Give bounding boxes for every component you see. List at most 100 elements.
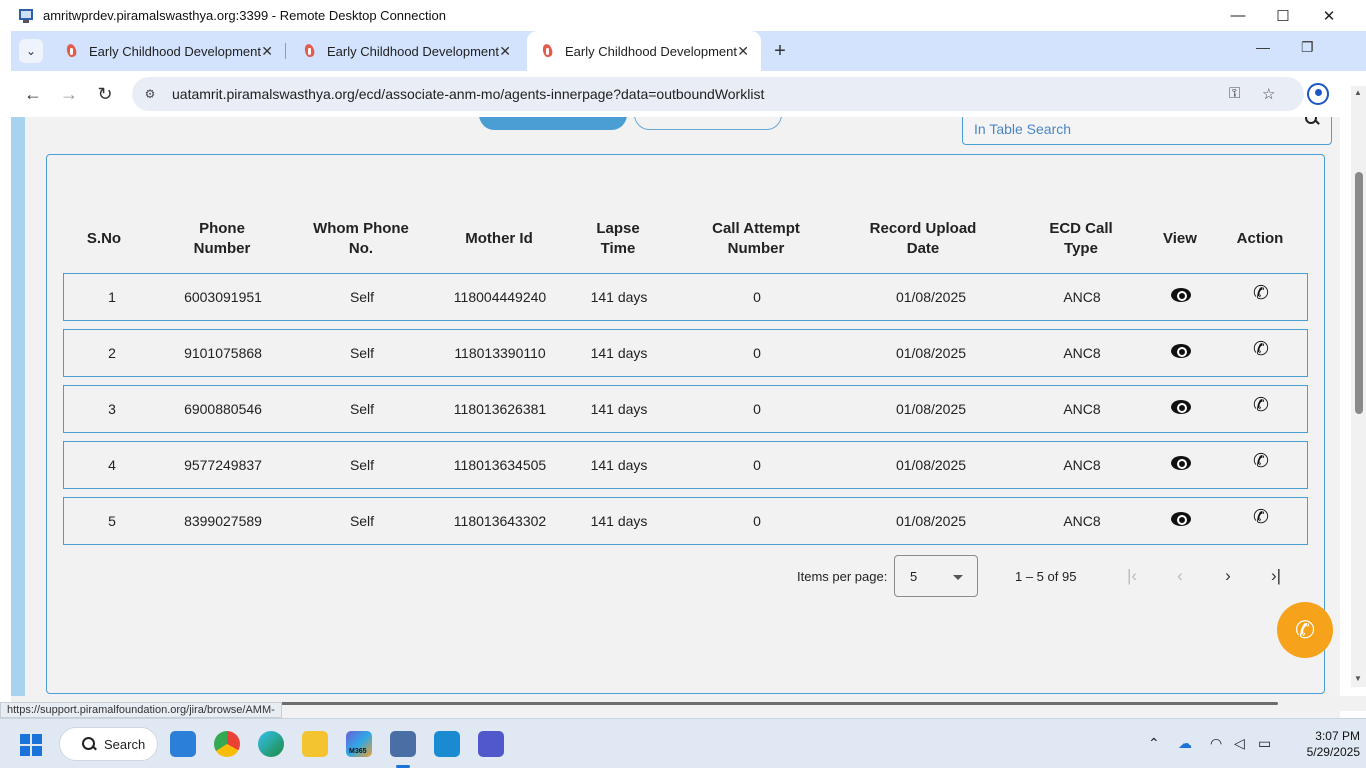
call-button[interactable]: ✆: [1226, 386, 1296, 432]
table-search-input[interactable]: In Table Search: [962, 117, 1332, 145]
show-hidden-icons-chevron-icon[interactable]: ⌃: [1148, 735, 1160, 752]
search-icon[interactable]: [1305, 117, 1319, 126]
windows-start-icon[interactable]: [20, 734, 42, 756]
cell-lapse: 141 days: [590, 457, 648, 473]
app-favicon-icon: [303, 44, 317, 58]
header-view: View: [1163, 230, 1197, 247]
cell-call-type: ANC8: [1063, 401, 1101, 417]
call-button[interactable]: ✆: [1226, 498, 1296, 544]
next-page-button[interactable]: ›: [1215, 563, 1241, 589]
cell-phone: 9101075868: [184, 345, 262, 361]
tab-1[interactable]: Early Childhood Development ✕: [51, 31, 285, 71]
cell-mother-id: 118004449240: [453, 289, 547, 305]
browser-toolbar: ← → ↻ ⚙ uatamrit.piramalswasthya.org/ecd…: [11, 71, 1366, 117]
browser-restore-button[interactable]: ❐: [1301, 39, 1314, 56]
view-button[interactable]: [1148, 442, 1214, 488]
header-call-type: ECD Call Type: [1049, 220, 1113, 257]
page-size-select[interactable]: 5: [894, 555, 978, 597]
profile-avatar-icon[interactable]: [1307, 83, 1329, 105]
cell-lapse: 141 days: [590, 345, 648, 361]
taskbar-search-label: Search: [104, 736, 146, 752]
tab-3-active[interactable]: Early Childhood Development ✕: [527, 31, 761, 71]
view-button[interactable]: [1148, 330, 1214, 376]
vertical-scrollbar[interactable]: ▲ ▼: [1351, 86, 1366, 687]
cell-call-type: ANC8: [1063, 457, 1101, 473]
chrome-app-icon[interactable]: [214, 731, 240, 757]
store-app-icon[interactable]: [170, 731, 196, 757]
tab-2-close-icon[interactable]: ✕: [499, 43, 511, 60]
edge-app-icon[interactable]: [258, 731, 284, 757]
volume-icon[interactable]: ◁: [1234, 735, 1245, 752]
back-button[interactable]: ←: [22, 83, 44, 105]
tab-1-label: Early Childhood Development: [89, 43, 261, 59]
reload-button[interactable]: ↻: [94, 83, 116, 105]
notepad-app-icon[interactable]: [434, 731, 460, 757]
table-row: 5 8399027589 Self 118013643302 141 days …: [63, 497, 1308, 545]
taskbar-search-button[interactable]: Search: [59, 727, 158, 761]
tab-3-close-icon[interactable]: ✕: [737, 43, 749, 60]
call-button[interactable]: ✆: [1226, 330, 1296, 376]
clock-time: 3:07 PM: [1315, 729, 1360, 743]
view-button[interactable]: [1148, 386, 1214, 432]
header-sno: S.No: [86, 230, 122, 247]
scroll-down-arrow-icon[interactable]: ▼: [1354, 674, 1362, 683]
primary-action-button[interactable]: [479, 117, 627, 130]
worklist-card: S.No Phone Number Whom Phone No. Mother …: [46, 154, 1325, 694]
rdp-maximize-button[interactable]: ☐: [1260, 0, 1306, 31]
view-button[interactable]: [1148, 274, 1214, 320]
header-action: Action: [1236, 230, 1284, 247]
search-icon: [82, 737, 96, 751]
remote-desktop-app-icon[interactable]: [390, 731, 416, 757]
header-mother-id: Mother Id: [465, 230, 533, 247]
vertical-scroll-thumb[interactable]: [1355, 172, 1363, 414]
cell-lapse: 141 days: [590, 289, 648, 305]
rdp-window-title: amritwprdev.piramalswasthya.org:3399 - R…: [43, 8, 446, 23]
secondary-action-button[interactable]: [634, 117, 782, 130]
eye-icon: [1171, 288, 1191, 302]
header-upload-date: Record Upload Date: [869, 220, 977, 257]
file-explorer-icon[interactable]: [302, 731, 328, 757]
cell-mother-id: 118013626381: [453, 401, 547, 417]
address-bar[interactable]: ⚙ uatamrit.piramalswasthya.org/ecd/assoc…: [132, 77, 1304, 111]
battery-icon[interactable]: ▭: [1258, 735, 1271, 752]
password-key-icon[interactable]: ⚿: [1229, 85, 1240, 102]
call-button[interactable]: ✆: [1226, 442, 1296, 488]
cell-call-type: ANC8: [1063, 513, 1101, 529]
rdp-close-button[interactable]: ✕: [1306, 0, 1352, 31]
bookmark-star-icon[interactable]: ☆: [1262, 85, 1275, 103]
tab-search-button[interactable]: ⌄: [19, 39, 43, 63]
wifi-icon[interactable]: ◠: [1210, 735, 1222, 752]
previous-page-button[interactable]: ‹: [1167, 563, 1193, 589]
url-text[interactable]: uatamrit.piramalswasthya.org/ecd/associa…: [172, 86, 764, 102]
cell-sno: 3: [108, 401, 116, 417]
onedrive-icon[interactable]: ☁: [1178, 735, 1192, 752]
taskbar-clock[interactable]: 3:07 PM 5/29/2025: [1280, 728, 1360, 760]
last-page-button[interactable]: ›|: [1263, 563, 1289, 589]
cell-mother-id: 118013634505: [453, 457, 547, 473]
site-info-icon[interactable]: ⚙: [142, 86, 158, 102]
floating-call-button[interactable]: ✆: [1277, 602, 1333, 658]
new-tab-button[interactable]: +: [768, 39, 792, 63]
browser-minimize-button[interactable]: —: [1256, 39, 1270, 55]
scroll-up-arrow-icon[interactable]: ▲: [1354, 88, 1362, 97]
table-row: 4 9577249837 Self 118013634505 141 days …: [63, 441, 1308, 489]
view-button[interactable]: [1148, 498, 1214, 544]
cell-whom: Self: [349, 457, 375, 473]
eye-icon: [1171, 344, 1191, 358]
cell-phone: 6900880546: [184, 401, 262, 417]
cell-attempt: 0: [753, 513, 761, 529]
phone-icon: ✆: [1253, 451, 1269, 472]
cell-attempt: 0: [753, 289, 761, 305]
tab-1-close-icon[interactable]: ✕: [261, 43, 273, 60]
first-page-button[interactable]: |‹: [1119, 563, 1145, 589]
forward-button[interactable]: →: [58, 83, 80, 105]
cell-sno: 1: [108, 289, 116, 305]
cell-whom: Self: [349, 513, 375, 529]
tab-2[interactable]: Early Childhood Development ✕: [289, 31, 523, 71]
page-content: In Table Search S.No Phone Number Whom P…: [11, 117, 1340, 718]
call-button[interactable]: ✆: [1226, 274, 1296, 320]
teams-app-icon[interactable]: [478, 731, 504, 757]
rdp-minimize-button[interactable]: —: [1215, 0, 1261, 31]
clock-date: 5/29/2025: [1306, 745, 1360, 759]
m365-app-icon[interactable]: M365: [346, 731, 372, 757]
